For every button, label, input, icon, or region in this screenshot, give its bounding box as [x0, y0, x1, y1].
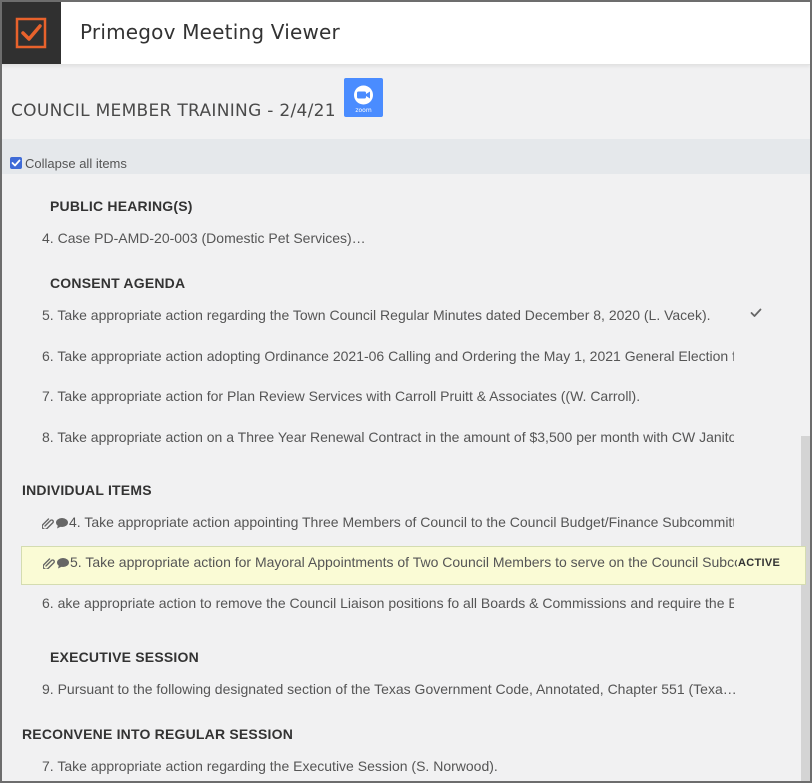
section-public-hearing: PUBLIC HEARING(S): [50, 198, 193, 214]
app-title: Primegov Meeting Viewer: [80, 20, 340, 44]
active-agenda-item[interactable]: 5. Take appropriate action for Mayoral A…: [21, 546, 806, 585]
section-reconvene: RECONVENE INTO REGULAR SESSION: [22, 726, 294, 742]
item-number: 4.: [42, 230, 54, 246]
paperclip-icon: [42, 518, 54, 530]
section-individual-items: INDIVIDUAL ITEMS: [22, 482, 152, 498]
item-number: 6.: [42, 348, 54, 364]
item-text: Take appropriate action for Mayoral Appo…: [85, 554, 737, 570]
item-text: ake appropriate action to remove the Cou…: [57, 595, 734, 611]
video-camera-icon: [354, 85, 373, 105]
agenda-item[interactable]: 5. Take appropriate action regarding the…: [42, 307, 742, 323]
app-logo[interactable]: [2, 2, 61, 64]
section-consent-agenda: CONSENT AGENDA: [50, 275, 186, 291]
item-text: Take appropriate action regarding the Ex…: [57, 758, 498, 774]
item-number: 7.: [42, 388, 54, 404]
paperclip-icon: [43, 558, 55, 570]
collapse-all-checkbox[interactable]: [10, 157, 22, 169]
agenda-item[interactable]: 5. Take appropriate action for Mayoral A…: [43, 554, 737, 570]
collapse-bar: Collapse all items: [2, 139, 810, 174]
agenda-item[interactable]: 9. Pursuant to the following designated …: [42, 681, 742, 697]
agenda-item[interactable]: 7. Take appropriate action for Plan Revi…: [42, 388, 742, 404]
meeting-title: COUNCIL MEMBER TRAINING - 2/4/21: [11, 101, 336, 121]
agenda-item[interactable]: 4. Case PD-AMD-20-003 (Domestic Pet Serv…: [42, 230, 782, 246]
approved-check-icon: [750, 308, 762, 317]
active-badge: ACTIVE: [738, 557, 781, 569]
item-text: Pursuant to the following designated sec…: [57, 681, 737, 697]
item-number: 8.: [42, 429, 54, 445]
comment-icon: [57, 558, 69, 569]
item-number: 4.: [69, 514, 81, 530]
checkmark-icon: [11, 159, 21, 167]
item-text: Take appropriate action adopting Ordinan…: [57, 348, 734, 364]
scrollbar[interactable]: [801, 436, 810, 781]
agenda-list: PUBLIC HEARING(S) 4. Case PD-AMD-20-003 …: [2, 174, 810, 781]
checkbox-logo-icon: [15, 17, 47, 49]
agenda-item[interactable]: 7. Take appropriate action regarding the…: [42, 758, 742, 774]
meeting-viewer-window: Primegov Meeting Viewer COUNCIL MEMBER T…: [0, 0, 812, 783]
collapse-all-label[interactable]: Collapse all items: [25, 156, 127, 171]
item-text: Take appropriate action for Plan Review …: [57, 388, 641, 404]
zoom-label: zoom: [355, 107, 372, 114]
agenda-item[interactable]: 6. Take appropriate action adopting Ordi…: [42, 348, 734, 364]
zoom-button[interactable]: zoom: [344, 78, 383, 117]
agenda-item[interactable]: 6. ake appropriate action to remove the …: [42, 595, 734, 611]
comment-icon: [56, 518, 68, 529]
item-number: 6.: [42, 595, 54, 611]
top-bar: Primegov Meeting Viewer: [2, 2, 810, 65]
section-executive-session: EXECUTIVE SESSION: [50, 649, 199, 665]
item-text: Case PD-AMD-20-003 (Domestic Pet Service…: [57, 230, 366, 246]
item-number: 5.: [70, 554, 82, 570]
agenda-item[interactable]: 4. Take appropriate action appointing Th…: [42, 514, 734, 530]
agenda-item[interactable]: 8. Take appropriate action on a Three Ye…: [42, 429, 734, 445]
item-number: 7.: [42, 758, 54, 774]
item-text: Take appropriate action on a Three Year …: [57, 429, 734, 445]
item-number: 5.: [42, 307, 54, 323]
item-text: Take appropriate action regarding the To…: [57, 307, 711, 323]
item-number: 9.: [42, 681, 54, 697]
item-text: Take appropriate action appointing Three…: [84, 514, 734, 530]
